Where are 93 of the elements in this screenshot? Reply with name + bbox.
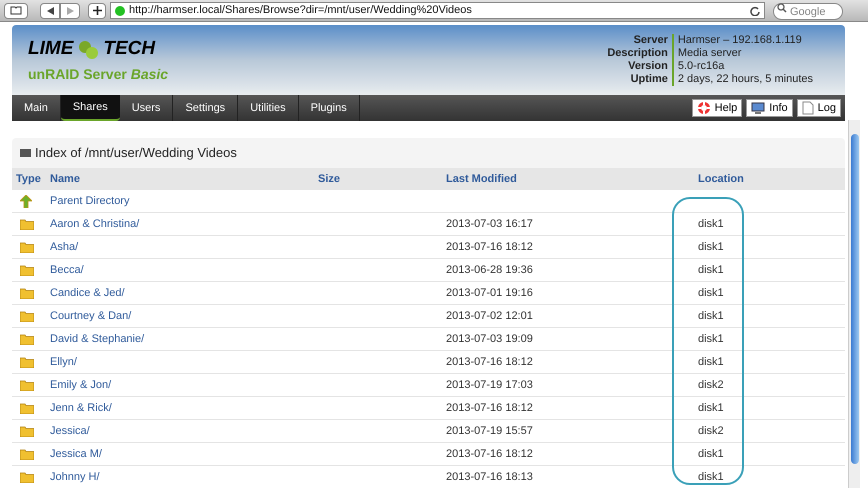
forward-icon [66,6,74,14]
info-label: Version [627,60,669,73]
modified-date: 2013-07-01 19:16 [446,286,533,299]
folder-icon [20,310,34,322]
modified-date: 2013-07-03 19:09 [446,332,533,345]
plus-icon [92,6,102,15]
bookmarks-button[interactable] [4,2,28,18]
modified-date: 2013-07-16 18:12 [446,240,533,253]
folder-link[interactable]: Jenn & Rick/ [50,402,112,414]
location-text: disk1 [698,218,724,230]
info-value: Media server [672,47,813,60]
location-text: disk2 [698,424,724,437]
book-icon [10,6,22,15]
folder-icon [20,242,34,252]
folder-icon [20,264,34,276]
location-text: disk2 [698,378,724,391]
folder-icon [20,426,34,436]
folder-link[interactable]: Jessica/ [50,424,90,437]
location-text: disk1 [698,448,724,460]
logo-text: TECH [103,37,156,62]
modified-date: 2013-07-19 15:57 [446,424,533,437]
drive-icon [20,149,31,157]
folder-link[interactable]: Asha/ [50,240,78,253]
column-header[interactable]: Last Modified [446,170,698,188]
info-label: Uptime [630,73,669,86]
location-text: disk1 [698,356,724,368]
action-button[interactable]: Log [796,99,841,117]
folder-icon [20,472,34,482]
product-name: unRAID Server Basic [28,64,168,84]
location-text: disk1 [698,332,724,345]
modified-date: 2013-07-19 17:03 [446,378,533,391]
location-text: disk1 [698,286,724,299]
up-arrow-icon [20,194,32,208]
scroll-thumb[interactable] [850,134,858,464]
modified-date: 2013-07-03 16:17 [446,218,533,230]
modified-date: 2013-07-02 12:01 [446,310,533,322]
action-button[interactable]: Help [692,99,742,117]
folder-icon [20,380,34,390]
folder-link[interactable]: Parent Directory [50,194,130,207]
back-icon [46,6,54,14]
nav-tab[interactable]: Plugins [298,95,360,121]
action-button[interactable]: Info [746,99,793,117]
location-text: disk1 [698,240,724,253]
folder-link[interactable]: Jessica M/ [50,448,102,460]
lifebuoy-icon [696,101,711,115]
nav-tab[interactable]: Utilities [238,95,299,121]
modified-date: 2013-07-16 18:12 [446,402,533,414]
search-icon [777,2,787,12]
reload-icon [750,6,760,16]
folder-link[interactable]: Candice & Jed/ [50,286,125,299]
modified-date: 2013-07-16 18:12 [446,448,533,460]
info-value: 5.0-rc16a [672,60,813,73]
column-header[interactable]: Location [698,170,845,188]
modified-date: 2013-07-16 18:12 [446,356,533,368]
info-value: 2 days, 22 hours, 5 minutes [672,73,813,86]
folder-link[interactable]: Aaron & Christina/ [50,218,140,230]
nav-tab[interactable]: Shares [60,95,120,121]
search-field[interactable]: Google [773,3,843,20]
folder-link[interactable]: David & Stephanie/ [50,332,144,345]
modified-date: 2013-07-16 18:13 [446,470,533,483]
info-label: Server [632,34,669,47]
add-button[interactable] [88,2,106,18]
column-header[interactable]: Size [318,170,446,188]
lime-logo-icon [77,40,100,60]
folder-link[interactable]: Courtney & Dan/ [50,310,132,322]
panel-title: Index of /mnt/user/Wedding Videos [35,144,237,162]
monitor-icon [751,102,766,114]
nav-tab[interactable]: Users [120,95,174,121]
url-text: http://harmser.local/Shares/Browse?dir=/mnt/user/Wedding%20Videos [129,3,473,18]
folder-link[interactable]: Ellyn/ [50,356,77,368]
folder-link[interactable]: Johnny H/ [50,470,100,483]
modified-date: 2013-06-28 19:36 [446,264,533,276]
document-icon [802,101,814,115]
address-field[interactable]: http://harmser.local/Shares/Browse?dir=/mnt/user/Wedding%20Videos [110,2,765,19]
folder-link[interactable]: Emily & Jon/ [50,378,112,391]
location-text: disk1 [698,470,724,483]
info-value: Harmser – 192.168.1.119 [672,34,813,47]
logo-text: LIME [28,37,74,62]
folder-icon [20,288,34,298]
column-header[interactable]: Type [12,170,50,188]
column-header[interactable]: Name [50,170,318,188]
folder-icon [20,356,34,368]
info-label: Description [607,47,669,60]
nav-tab[interactable]: Settings [173,95,238,121]
location-text: disk1 [698,264,724,276]
location-text: disk1 [698,310,724,322]
folder-link[interactable]: Becca/ [50,264,84,276]
folder-icon [20,448,34,460]
back-button[interactable] [40,2,60,18]
location-text: disk1 [698,402,724,414]
folder-icon [20,402,34,414]
folder-icon [20,334,34,344]
folder-icon [20,218,34,230]
